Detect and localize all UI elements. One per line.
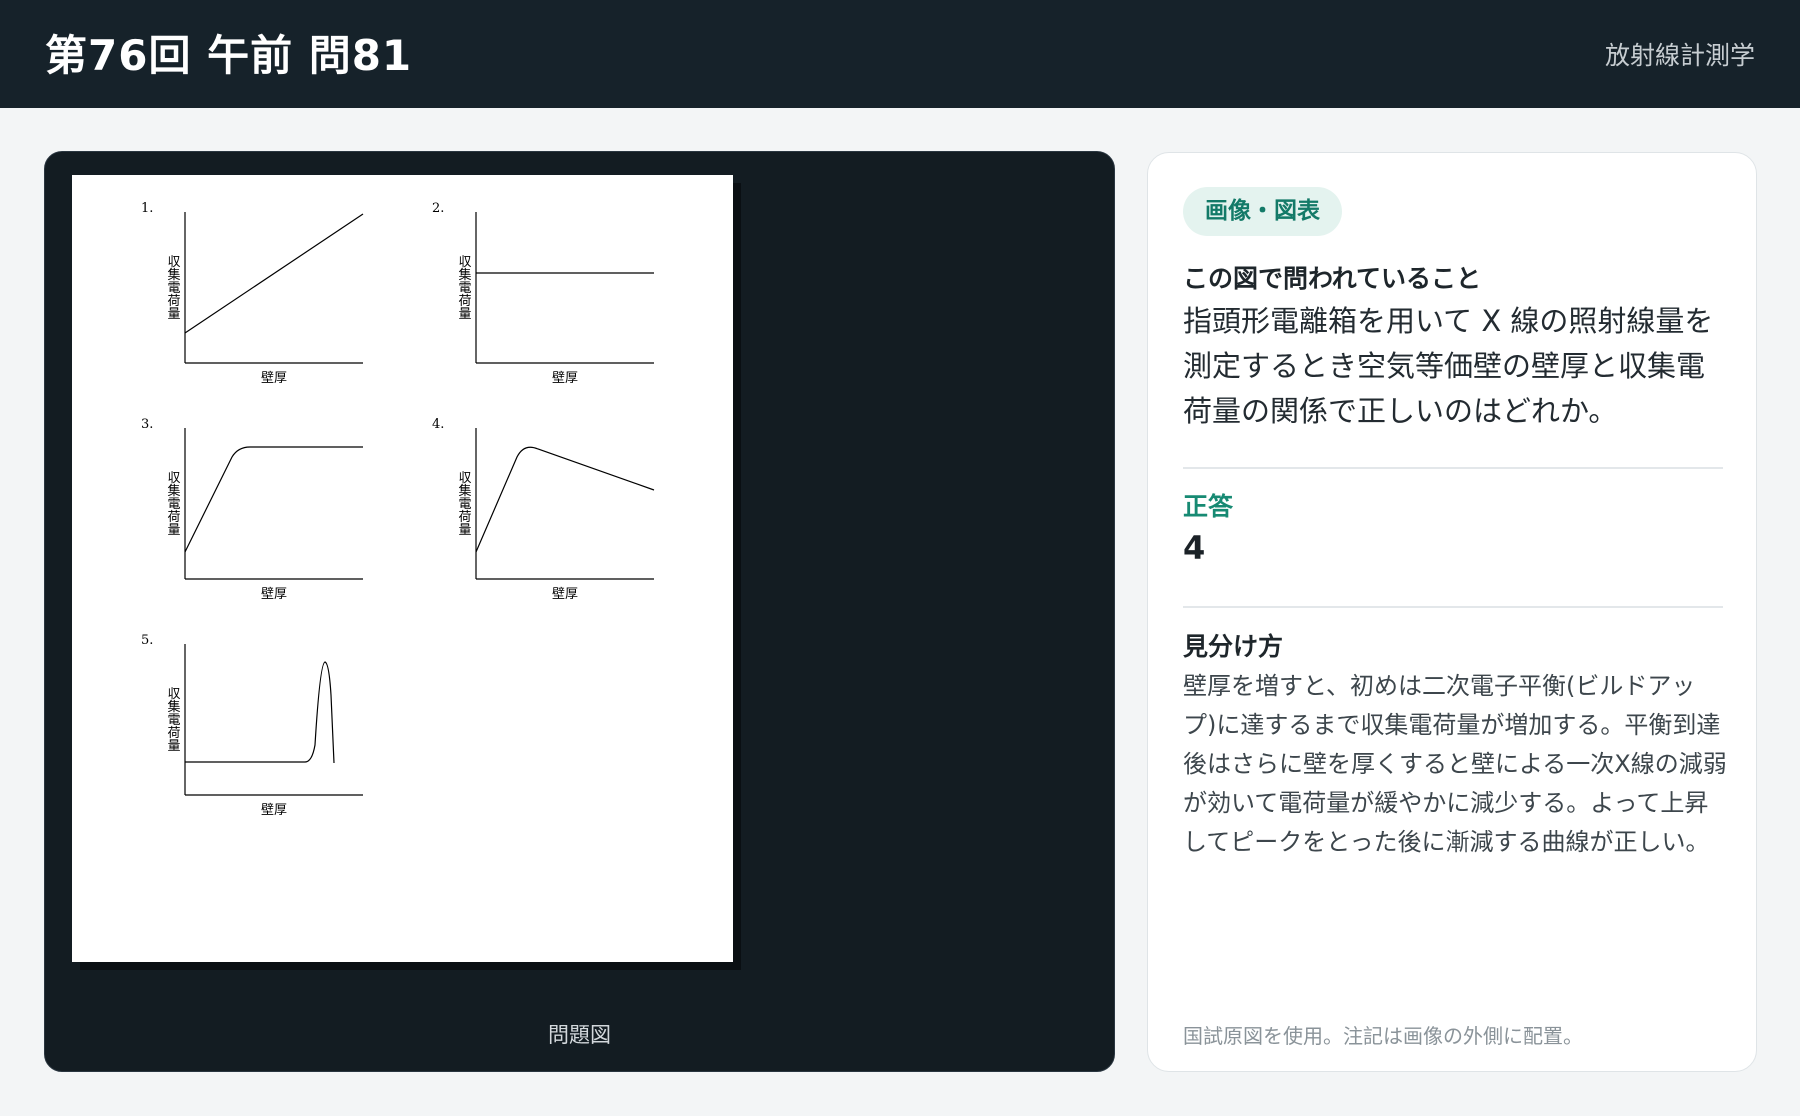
y-axis-label-5: 収集電荷量 (165, 687, 181, 752)
curve-3 (184, 446, 363, 553)
x-axis-label-3: 壁厚 (261, 587, 287, 602)
y-axis-label-4: 収集電荷量 (456, 471, 472, 536)
option-number-1: 1. (141, 201, 153, 216)
y-axis-label-3: 収集電荷量 (165, 471, 181, 536)
top-header: 第76回 午前 問81 放射線計測学 (0, 0, 1800, 108)
option-number-2: 2. (432, 201, 444, 216)
figure-viewer: 1. 収集電荷量 壁厚 2. 収集電荷量 壁厚 3. 収集電荷量 壁厚 4. 収… (44, 151, 1115, 1072)
y-axis-label-1: 収集電荷量 (165, 255, 181, 320)
explanation-panel: 画像・図表 この図で問われていること 指頭形電離箱を用いて X 線の照射線量を測… (1147, 152, 1757, 1072)
explain-text: 壁厚を増すと、初めは二次電子平衡(ビルドアップ)に達するまで収集電荷量が増加する… (1183, 672, 1727, 856)
answer-value: 4 (1183, 529, 1206, 567)
divider (1183, 467, 1723, 469)
x-axis-label-2: 壁厚 (552, 371, 578, 386)
x-axis-label-4: 壁厚 (552, 587, 578, 602)
subject-label: 放射線計測学 (1604, 41, 1755, 70)
divider (1183, 606, 1723, 608)
option-graph-5: 5. 収集電荷量 壁厚 (141, 633, 363, 818)
curve-4 (475, 446, 655, 553)
page-title: 第76回 午前 問81 (45, 31, 413, 80)
y-axis-label-2: 収集電荷量 (456, 255, 472, 320)
curve-5 (185, 661, 335, 764)
exam-figure-sheet: 1. 収集電荷量 壁厚 2. 収集電荷量 壁厚 3. 収集電荷量 壁厚 4. 収… (72, 175, 733, 962)
option-graph-2: 2. 収集電荷量 壁厚 (432, 201, 654, 386)
category-tag: 画像・図表 (1183, 187, 1342, 236)
option-number-4: 4. (432, 417, 444, 432)
question-section-title: この図で問われていること (1183, 264, 1482, 293)
figure-caption: 問題図 (548, 1023, 611, 1047)
curve-1 (184, 213, 364, 334)
answer-label: 正答 (1183, 492, 1234, 521)
question-text: 指頭形電離箱を用いて X 線の照射線量を測定するとき空気等価壁の壁厚と収集電荷量… (1183, 304, 1714, 428)
x-axis-label-1: 壁厚 (261, 371, 287, 386)
option-graph-1: 1. 収集電荷量 壁厚 (141, 201, 364, 386)
exam-figure: 1. 収集電荷量 壁厚 2. 収集電荷量 壁厚 3. 収集電荷量 壁厚 4. 収… (141, 201, 655, 818)
option-graph-4: 4. 収集電荷量 壁厚 (432, 417, 655, 602)
option-number-5: 5. (141, 633, 153, 648)
option-number-3: 3. (141, 417, 153, 432)
x-axis-label-5: 壁厚 (261, 803, 287, 818)
option-graph-3: 3. 収集電荷量 壁厚 (141, 417, 363, 602)
footnote: 国試原図を使用。注記は画像の外側に配置。 (1183, 1024, 1583, 1048)
explain-section-title: 見分け方 (1183, 632, 1284, 661)
